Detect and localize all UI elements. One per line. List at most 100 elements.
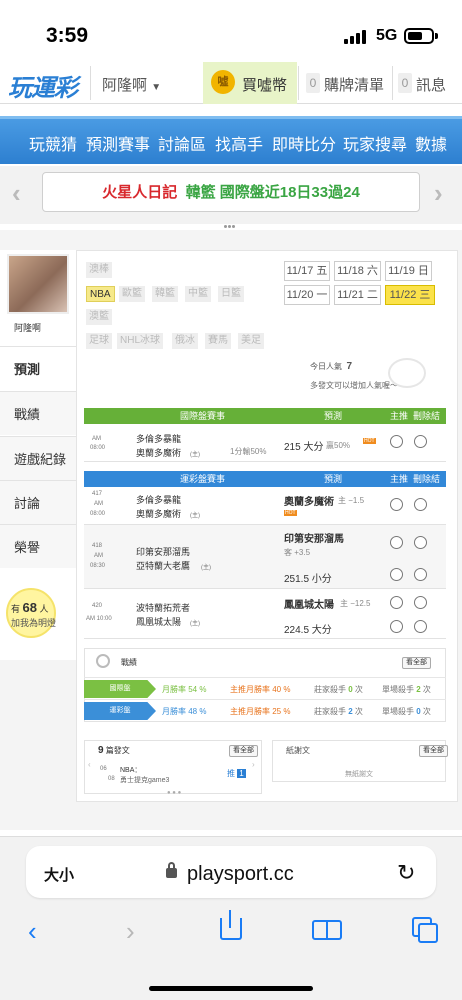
pager-dots: ● ● ●: [167, 790, 182, 796]
intl-table-header: 國際盤賽事 預測 主推 刪除 結果: [84, 408, 446, 437]
sidebar-username: 阿隆啊: [14, 323, 42, 333]
cat-us-football[interactable]: 美足: [238, 333, 264, 349]
date-1122[interactable]: 11/22 三: [385, 285, 435, 305]
buy-list-count: 0: [306, 73, 320, 93]
record-row-local: 運彩盤 月勝率 48 % 主推月勝率 25 % 莊家殺手 2 次 單場殺手 0 …: [84, 699, 446, 721]
tab-predict[interactable]: 預測: [0, 346, 76, 390]
chevron-left-icon[interactable]: ‹: [12, 178, 21, 209]
cat-nhl[interactable]: NHL冰球: [117, 333, 164, 349]
banner-dots: [224, 215, 238, 228]
nav-item-guess[interactable]: 玩競猜: [29, 131, 77, 155]
site-logo[interactable]: 玩運彩: [8, 68, 78, 103]
lock-shackle: [168, 862, 175, 870]
reload-icon[interactable]: ↻: [397, 860, 415, 886]
delete-radio[interactable]: [414, 620, 427, 633]
popularity: 今日人氣 7: [310, 361, 353, 372]
tab-record[interactable]: 戰績: [0, 391, 76, 435]
nav-item-data[interactable]: 數據: [415, 131, 447, 155]
buy-coin-label: 買噓幣: [242, 77, 288, 94]
network-label: 5G: [376, 27, 398, 44]
battery-icon: [404, 28, 434, 44]
nav-item-forum[interactable]: 討論區: [158, 131, 206, 155]
date-1120[interactable]: 11/20 一: [284, 285, 330, 305]
table-row: AM 08:00 多倫多暴龍 奧蘭多魔術 (主) 1分輸50% 215 大分 贏…: [84, 424, 446, 462]
main-pick-radio[interactable]: [390, 498, 403, 511]
nav-item-search[interactable]: 玩家搜尋: [343, 131, 407, 155]
delete-radio[interactable]: [414, 498, 427, 511]
buy-list-link[interactable]: 購牌清單: [324, 74, 384, 95]
share-icon[interactable]: [220, 918, 242, 940]
divider: [90, 66, 91, 100]
msg-count: 0: [398, 73, 412, 93]
post-category: NBA：: [120, 767, 142, 774]
tab-game-log[interactable]: 遊戲紀錄: [0, 436, 76, 480]
cat-horse[interactable]: 賽馬: [205, 333, 231, 349]
post-date: 06: [100, 766, 107, 772]
chevron-down-icon: ▼: [151, 82, 162, 93]
replies-title: 紙謝文: [286, 746, 310, 755]
main-pick-radio[interactable]: [390, 568, 403, 581]
cat-cn-basketball[interactable]: 中籃: [185, 286, 211, 302]
posts-count: 9 篇發文: [98, 745, 130, 756]
cat-eu-basketball[interactable]: 歐籃: [119, 286, 145, 302]
main-pick-radio[interactable]: [390, 620, 403, 633]
date-1118[interactable]: 11/18 六: [334, 261, 381, 281]
cat-aus-basketball[interactable]: 澳籃: [86, 309, 112, 325]
share-arrow: [229, 910, 231, 928]
avatar[interactable]: [7, 254, 69, 314]
forward-icon[interactable]: ›: [126, 916, 135, 947]
cat-aus-baseball[interactable]: 澳棒: [86, 262, 112, 278]
date-1119[interactable]: 11/19 日: [385, 261, 432, 281]
posts-view-all-button[interactable]: 看全部: [229, 745, 258, 757]
chevron-right-icon[interactable]: ›: [252, 760, 255, 769]
home-indicator: [149, 986, 313, 991]
chevron-left-icon[interactable]: ‹: [88, 760, 91, 769]
replies-empty: 無紙謝文: [345, 771, 373, 778]
url-text[interactable]: playsport.cc: [187, 863, 294, 886]
record-view-all-button[interactable]: 看全部: [402, 657, 431, 669]
popularity-tip: 多發文可以增加人氣喔～: [310, 381, 398, 390]
delete-radio[interactable]: [414, 568, 427, 581]
divider: [298, 66, 299, 100]
delete-radio[interactable]: [414, 596, 427, 609]
record-title: 戰績: [121, 658, 137, 667]
nav-item-predict[interactable]: 預測賽事: [86, 131, 150, 155]
cat-nba[interactable]: NBA: [86, 286, 115, 302]
local-table-header: 運彩盤賽事 預測 主推 刪除 結果: [84, 471, 446, 500]
banner[interactable]: 火星人日記 韓籃 國際盤近18日33過24: [42, 172, 420, 212]
bookmarks-spine: [326, 920, 328, 940]
tab-honor[interactable]: 榮譽: [0, 524, 76, 568]
cat-ru-hockey[interactable]: 俄冰: [172, 333, 198, 349]
cat-jp-basketball[interactable]: 日籃: [218, 286, 244, 302]
table-row: 418 AM 08:30 印第安那溜馬 亞特蘭大老鷹 (主) 印第安那溜馬 客 …: [84, 525, 446, 589]
replies-view-all-button[interactable]: 看全部: [419, 745, 448, 757]
text-size-button[interactable]: 大小: [44, 864, 74, 885]
signal-icon: [344, 30, 368, 44]
mascot-icon: [388, 358, 426, 388]
user-name: 阿隆啊: [102, 77, 148, 94]
target-icon: [96, 654, 110, 668]
tab-discussion[interactable]: 討論: [0, 480, 76, 524]
cat-soccer[interactable]: 足球: [86, 333, 112, 349]
main-pick-radio[interactable]: [390, 435, 403, 448]
fans-link[interactable]: 加我為明燈: [11, 616, 56, 629]
user-menu[interactable]: 阿隆啊 ▼: [102, 74, 161, 95]
msg-link[interactable]: 訊息: [416, 74, 446, 95]
date-1121[interactable]: 11/21 二: [334, 285, 381, 305]
post-date: 08: [108, 776, 115, 782]
cat-kr-basketball[interactable]: 韓籃: [152, 286, 178, 302]
main-pick-radio[interactable]: [390, 536, 403, 549]
post-title-link[interactable]: 勇士提克game3: [120, 775, 169, 785]
delete-radio[interactable]: [414, 536, 427, 549]
chevron-right-icon[interactable]: ›: [434, 178, 443, 209]
delete-radio[interactable]: [414, 435, 427, 448]
nav-item-experts[interactable]: 找高手: [215, 131, 263, 155]
back-icon[interactable]: ‹: [28, 916, 37, 947]
battery-tip: [435, 33, 438, 39]
table-row: 417 AM 08:00 多倫多暴龍 奧蘭多魔術 (主) 奧蘭多魔術 主 −1.…: [84, 487, 446, 525]
divider: [392, 66, 393, 100]
recommend-badge: 推 1: [227, 769, 246, 778]
date-1117[interactable]: 11/17 五: [284, 261, 330, 281]
nav-item-live[interactable]: 即時比分: [272, 131, 336, 155]
main-pick-radio[interactable]: [390, 596, 403, 609]
